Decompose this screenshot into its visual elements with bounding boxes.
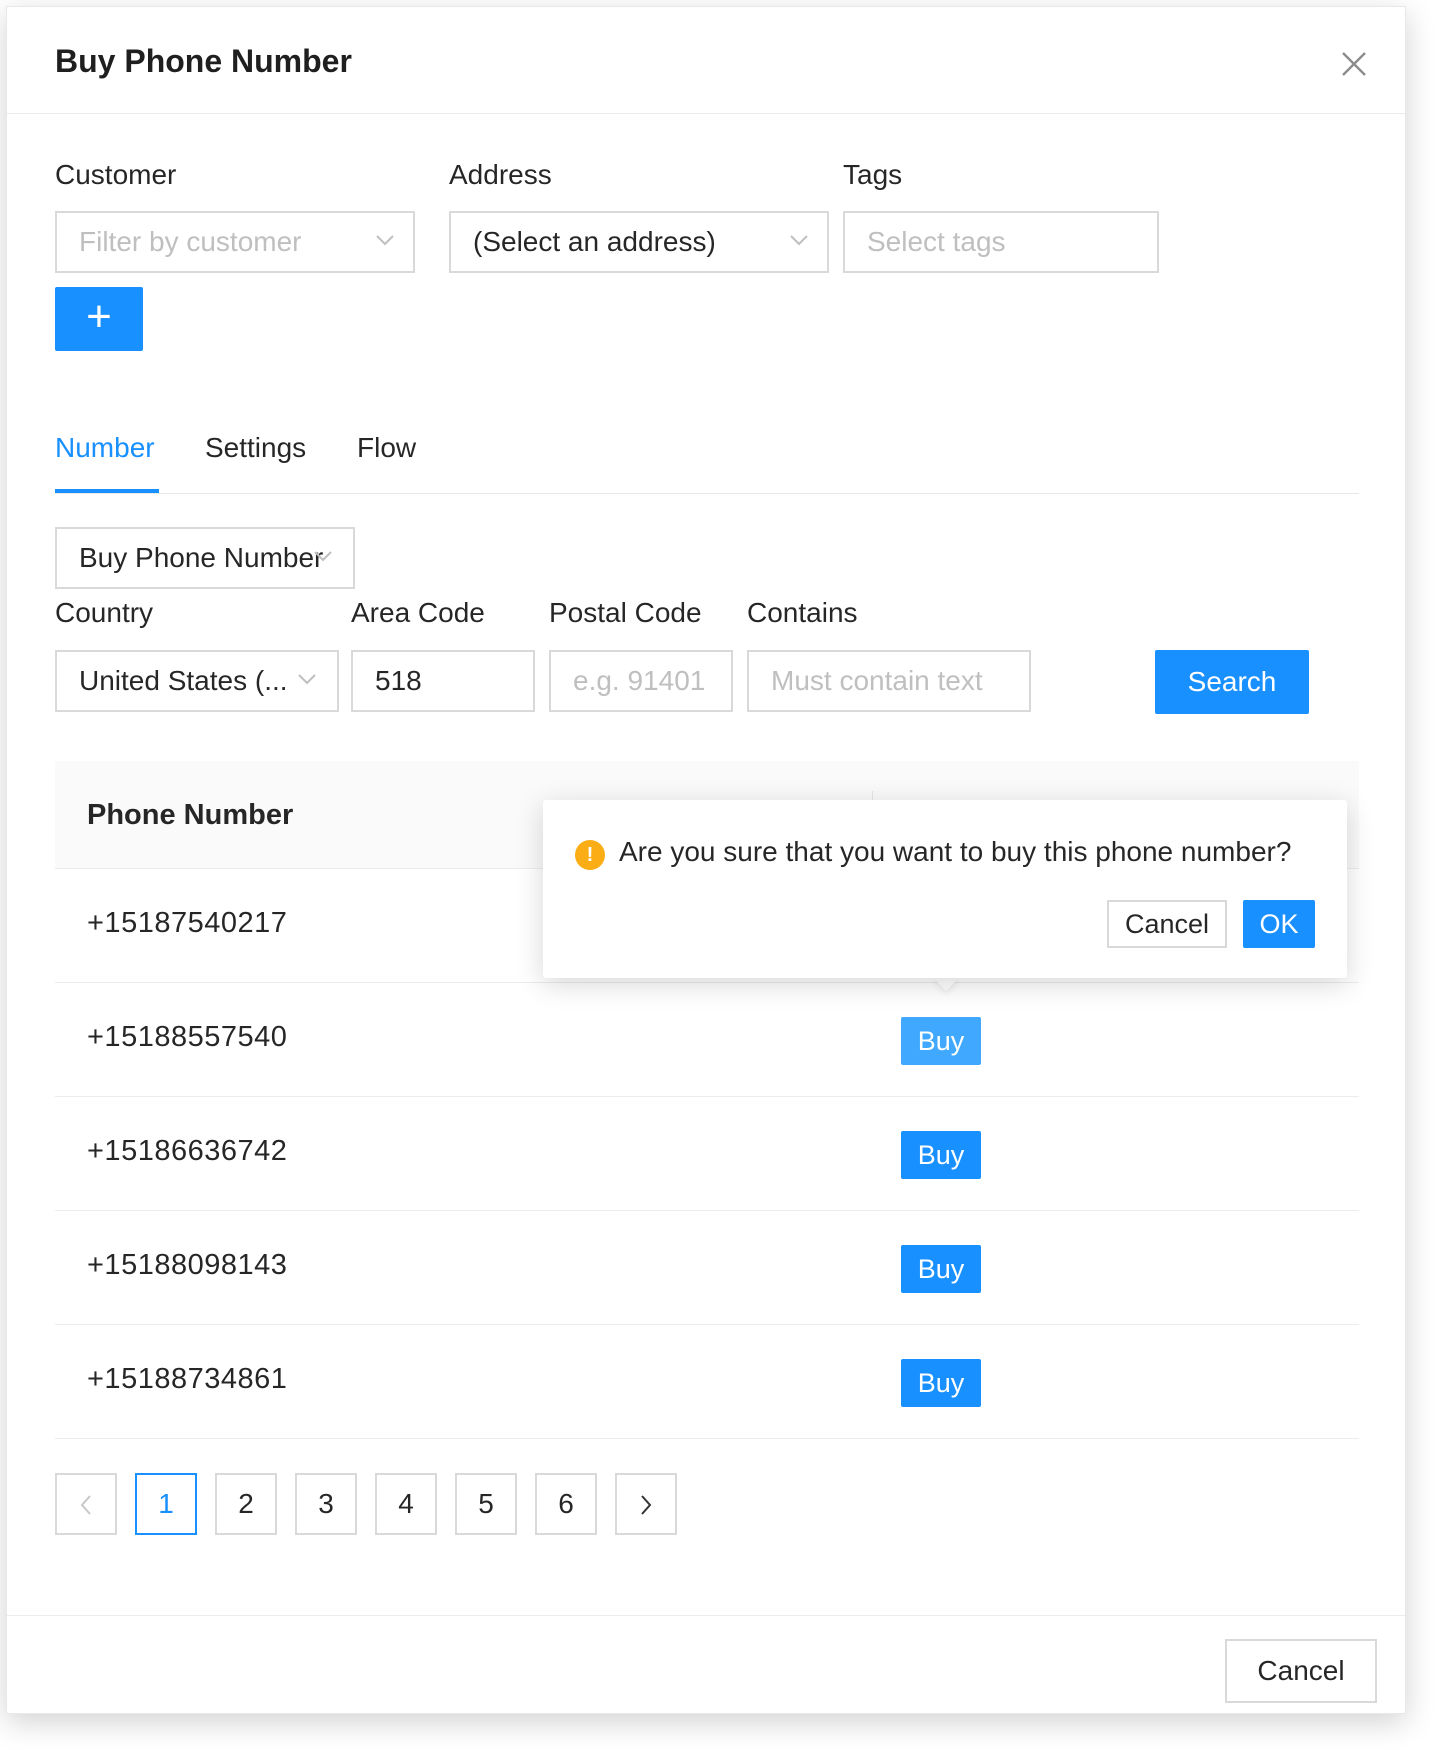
pagination-page-4[interactable]: 4: [375, 1473, 437, 1535]
tab-divider: [55, 493, 1359, 494]
country-value: United States (...: [79, 665, 288, 696]
mode-select[interactable]: Buy Phone Number: [55, 527, 355, 589]
customer-label: Customer: [55, 159, 177, 190]
chevron-down-icon: [376, 235, 394, 246]
contains-input[interactable]: Must contain text: [747, 650, 1031, 712]
exclamation-circle-icon: !: [575, 840, 605, 870]
pagination-page-3[interactable]: 3: [295, 1473, 357, 1535]
area-code-input[interactable]: 518: [351, 650, 535, 712]
phone-number-cell: +15186636742: [87, 1135, 288, 1167]
buy-confirm-popover: ! Are you sure that you want to buy this…: [543, 800, 1347, 978]
address-select[interactable]: (Select an address): [449, 211, 829, 273]
buy-button[interactable]: Buy: [901, 1017, 981, 1065]
buy-button[interactable]: Buy: [901, 1359, 981, 1407]
pagination-page-5[interactable]: 5: [455, 1473, 517, 1535]
modal-footer-divider: [7, 1615, 1405, 1616]
pagination-page-6[interactable]: 6: [535, 1473, 597, 1535]
chevron-left-icon: [80, 1495, 91, 1515]
buy-button[interactable]: Buy: [901, 1245, 981, 1293]
chevron-right-icon: [641, 1495, 652, 1515]
table-row: +15186636742 Buy: [55, 1097, 1359, 1211]
close-icon[interactable]: [1337, 47, 1371, 81]
country-label: Country: [55, 597, 154, 628]
address-value: (Select an address): [473, 226, 716, 257]
country-select[interactable]: United States (...: [55, 650, 339, 712]
pagination-prev[interactable]: [55, 1473, 117, 1535]
popconfirm-cancel-button[interactable]: Cancel: [1107, 900, 1227, 948]
postal-code-label: Postal Code: [549, 597, 702, 628]
add-customer-button[interactable]: +: [55, 287, 143, 351]
phone-number-column-header: Phone Number: [87, 799, 294, 831]
chevron-down-icon: [790, 235, 808, 246]
pagination-page-2[interactable]: 2: [215, 1473, 277, 1535]
modal-title: Buy Phone Number: [55, 43, 352, 79]
phone-number-cell: +15188098143: [87, 1249, 288, 1281]
mode-select-value: Buy Phone Number: [79, 542, 324, 573]
phone-number-cell: +15188557540: [87, 1021, 288, 1053]
table-row: +15188098143 Buy: [55, 1211, 1359, 1325]
chevron-down-icon: [298, 674, 316, 685]
table-row: +15188557540 Buy: [55, 983, 1359, 1097]
area-code-label: Area Code: [351, 597, 485, 628]
buy-button[interactable]: Buy: [901, 1131, 981, 1179]
modal-header: Buy Phone Number: [7, 7, 1405, 114]
address-label: Address: [449, 159, 552, 190]
search-button[interactable]: Search: [1155, 650, 1309, 714]
modal-cancel-button[interactable]: Cancel: [1225, 1639, 1377, 1703]
tab-flow[interactable]: Flow: [357, 432, 416, 464]
tab-number[interactable]: Number: [55, 432, 155, 464]
confirm-message: Are you sure that you want to buy this p…: [619, 836, 1292, 867]
tags-label: Tags: [843, 159, 903, 190]
chevron-down-icon: [314, 551, 332, 562]
pagination-page-1[interactable]: 1: [135, 1473, 197, 1535]
phone-number-cell: +15188734861: [87, 1363, 288, 1395]
buy-phone-number-modal: Buy Phone Number Customer Filter by cust…: [6, 6, 1406, 1714]
popconfirm-ok-button[interactable]: OK: [1243, 900, 1315, 948]
customer-placeholder: Filter by customer: [79, 226, 302, 257]
tab-settings[interactable]: Settings: [205, 432, 306, 464]
pagination-next[interactable]: [615, 1473, 677, 1535]
customer-select[interactable]: Filter by customer: [55, 211, 415, 273]
table-row: +15188734861 Buy: [55, 1325, 1359, 1439]
phone-number-cell: +15187540217: [87, 907, 288, 939]
postal-code-input[interactable]: e.g. 91401: [549, 650, 733, 712]
contains-label: Contains: [747, 597, 858, 628]
tags-select[interactable]: Select tags: [843, 211, 1159, 273]
